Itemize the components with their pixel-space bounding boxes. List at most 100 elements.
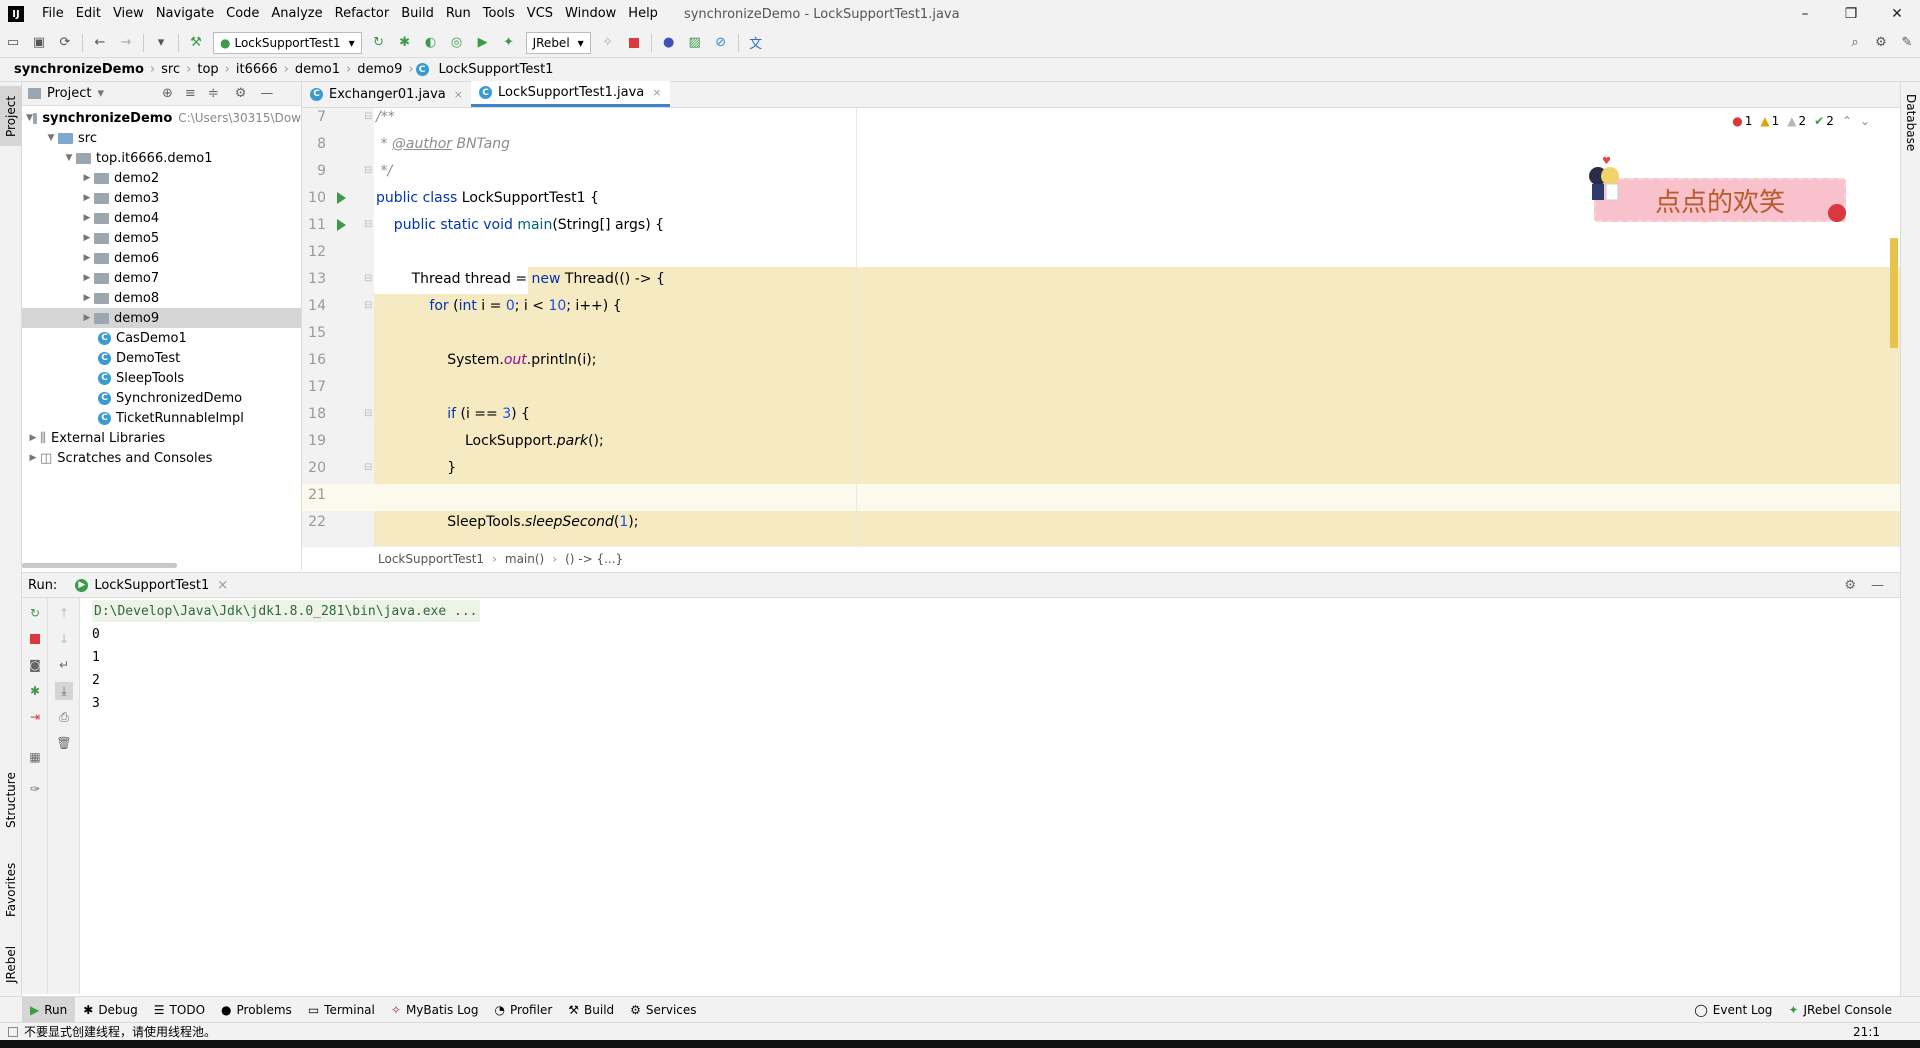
- layout-icon[interactable]: ▦: [26, 748, 44, 766]
- tree-item-folder[interactable]: ▶ demo2: [22, 168, 301, 188]
- console-command-line[interactable]: D:\Develop\Java\Jdk\jdk1.8.0_281\bin\jav…: [92, 600, 480, 622]
- tree-item-root[interactable]: ▼ synchronizeDemo C:\Users\30315\Dow: [22, 108, 301, 128]
- fold-icon[interactable]: ⊟: [364, 273, 372, 284]
- project-view-title[interactable]: Project: [47, 86, 91, 101]
- tree-item-folder[interactable]: ▶ demo3: [22, 188, 301, 208]
- bottom-tab-mybatis-log[interactable]: ✧ MyBatis Log: [383, 997, 487, 1023]
- tree-item-class[interactable]: C SleepTools: [22, 368, 301, 388]
- tab-locksupporttest1[interactable]: C LockSupportTest1.java ×: [471, 81, 670, 107]
- plugin-icon[interactable]: ✎: [1896, 32, 1918, 54]
- nav-crumb-demo9[interactable]: demo9: [353, 62, 406, 77]
- chevron-up-icon[interactable]: ⌃: [1842, 114, 1852, 128]
- save-all-icon[interactable]: ▣: [28, 32, 50, 54]
- tree-item-class[interactable]: C CasDemo1: [22, 328, 301, 348]
- typo-count[interactable]: ✔ 2: [1814, 114, 1834, 128]
- editor-scroll-marker[interactable]: [1890, 238, 1898, 348]
- chevron-right-icon[interactable]: ▶: [26, 433, 40, 443]
- minimize-button[interactable]: –: [1782, 0, 1828, 28]
- menu-analyze[interactable]: Analyze: [265, 0, 328, 28]
- tree-item-class[interactable]: C SynchronizedDemo: [22, 388, 301, 408]
- inspection-widget[interactable]: ● 1 ▲ 1 ▲ 2 ✔ 2 ⌃ ⌄: [1732, 114, 1870, 128]
- run-gutter-icon[interactable]: [337, 218, 346, 231]
- menu-run[interactable]: Run: [440, 0, 477, 28]
- exit-icon[interactable]: ⇥: [26, 708, 44, 726]
- tree-item-folder[interactable]: ▶ demo4: [22, 208, 301, 228]
- menu-navigate[interactable]: Navigate: [150, 0, 220, 28]
- run-tab[interactable]: ▶ LockSupportTest1 ×: [75, 578, 228, 593]
- print-icon[interactable]: ⎙: [55, 708, 73, 726]
- nav-crumb-demo1[interactable]: demo1: [291, 62, 344, 77]
- rerun-icon[interactable]: ↻: [26, 604, 44, 622]
- hide-panel-icon[interactable]: —: [1871, 578, 1884, 593]
- chevron-right-icon[interactable]: ▶: [80, 233, 94, 243]
- close-icon[interactable]: ×: [454, 88, 463, 101]
- disabled-circle-icon[interactable]: ⊘: [710, 32, 732, 54]
- gear-icon[interactable]: ⚙: [1844, 578, 1856, 593]
- chevron-right-icon[interactable]: ▶: [80, 313, 94, 323]
- sync-icon[interactable]: ⟳: [54, 32, 76, 54]
- menu-window[interactable]: Window: [559, 0, 622, 28]
- arrow-down-icon[interactable]: ↓: [55, 630, 73, 648]
- chevron-down-icon[interactable]: ▼: [62, 153, 76, 163]
- menu-vcs[interactable]: VCS: [521, 0, 559, 28]
- tree-item-src[interactable]: ▼ src: [22, 128, 301, 148]
- caret-position[interactable]: 21:1: [1853, 1025, 1880, 1039]
- tool-tab-database[interactable]: Database: [1901, 88, 1920, 158]
- fold-icon[interactable]: ⊟: [364, 111, 372, 122]
- debug-bug-icon[interactable]: ✱: [394, 32, 416, 54]
- console-output[interactable]: D:\Develop\Java\Jdk\jdk1.8.0_281\bin\jav…: [80, 598, 1900, 994]
- bottom-tab-terminal[interactable]: ▭ Terminal: [300, 997, 383, 1023]
- jrebel-debug-icon[interactable]: ✦: [498, 32, 520, 54]
- profile-icon[interactable]: ◎: [446, 32, 468, 54]
- menu-refactor[interactable]: Refactor: [329, 0, 396, 28]
- chevron-right-icon[interactable]: ▶: [80, 173, 94, 183]
- locate-target-icon[interactable]: ⊕: [162, 86, 173, 101]
- tool-tab-project[interactable]: Project: [0, 86, 22, 146]
- restore-button[interactable]: ❐: [1828, 0, 1874, 28]
- translate-icon[interactable]: 文: [745, 32, 767, 54]
- nav-crumb-project[interactable]: synchronizeDemo: [10, 62, 148, 77]
- fold-icon[interactable]: ⊟: [364, 462, 372, 473]
- chevron-right-icon[interactable]: ▶: [80, 293, 94, 303]
- tab-exchanger01[interactable]: C Exchanger01.java ×: [302, 81, 471, 107]
- tool-tab-jrebel[interactable]: JRebel: [0, 934, 22, 994]
- rerun-icon[interactable]: ↻: [368, 32, 390, 54]
- menu-tools[interactable]: Tools: [477, 0, 521, 28]
- menu-help[interactable]: Help: [622, 0, 664, 28]
- fold-icon[interactable]: ⊟: [364, 165, 372, 176]
- stop-icon[interactable]: [26, 630, 44, 648]
- jrebel-select[interactable]: JRebel ▾: [525, 31, 591, 54]
- open-folder-icon[interactable]: ▭: [2, 32, 24, 54]
- trash-icon[interactable]: 🗑: [55, 734, 73, 752]
- fold-icon[interactable]: ⊟: [364, 219, 372, 230]
- gear-icon[interactable]: ⚙: [1870, 32, 1892, 54]
- chevron-down-icon[interactable]: ▼: [26, 113, 33, 123]
- status-toggle-icon[interactable]: [8, 1026, 18, 1037]
- warning-count[interactable]: ▲ 1: [1760, 114, 1779, 128]
- bottom-tab-problems[interactable]: ● Problems: [213, 997, 300, 1023]
- menu-code[interactable]: Code: [220, 0, 265, 28]
- chevron-down-icon[interactable]: ▾: [97, 86, 104, 101]
- bottom-tab-services[interactable]: ⚙ Services: [622, 997, 704, 1023]
- search-icon[interactable]: ⌕: [1844, 32, 1866, 54]
- chevron-right-icon[interactable]: ▶: [26, 453, 40, 463]
- soft-wrap-icon[interactable]: ↵: [55, 656, 73, 674]
- tool-tab-favorites[interactable]: Favorites: [0, 850, 22, 930]
- database-circle-icon[interactable]: ●: [658, 32, 680, 54]
- close-icon[interactable]: ×: [652, 86, 661, 99]
- hide-panel-icon[interactable]: —: [260, 86, 273, 101]
- menu-build[interactable]: Build: [395, 0, 440, 28]
- bottom-tab-run[interactable]: ▶ Run: [22, 996, 76, 1023]
- tool-tab-structure[interactable]: Structure: [0, 760, 22, 840]
- coverage-icon[interactable]: ◐: [420, 32, 442, 54]
- jrebel-run-icon[interactable]: ▶: [472, 32, 494, 54]
- collapse-all-icon[interactable]: ≑: [208, 86, 219, 101]
- chevron-right-icon[interactable]: ▶: [80, 253, 94, 263]
- tree-item-class[interactable]: C DemoTest: [22, 348, 301, 368]
- build-hammer-icon[interactable]: ⚒: [185, 32, 207, 54]
- debug-bug-icon[interactable]: ✱: [26, 682, 44, 700]
- tree-item-external-libraries[interactable]: ▶ ⫼ External Libraries: [22, 428, 301, 448]
- camera-icon[interactable]: ◙: [26, 656, 44, 674]
- horizontal-scrollbar[interactable]: [22, 563, 177, 568]
- error-count[interactable]: ● 1: [1732, 114, 1752, 128]
